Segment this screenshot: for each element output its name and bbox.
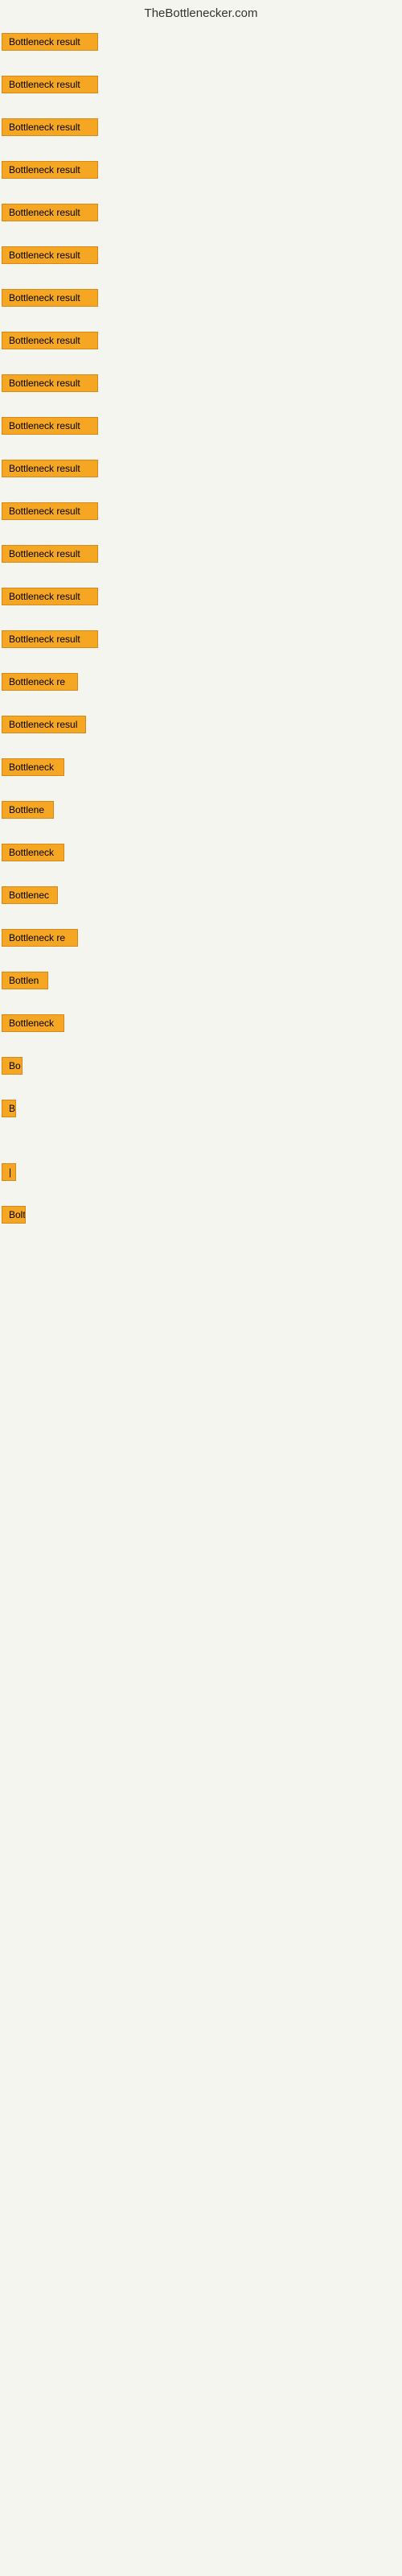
bottleneck-result-label[interactable]: Bottlene — [2, 801, 54, 819]
bottleneck-result-label[interactable]: Bottleneck result — [2, 417, 98, 435]
list-item: Bottleneck result — [2, 627, 402, 655]
list-item: Bottleneck — [2, 755, 402, 783]
list-item: Bottlenec — [2, 883, 402, 911]
list-item: B — [2, 1096, 402, 1125]
bottleneck-result-label[interactable]: Bottleneck result — [2, 118, 98, 136]
bottleneck-result-label[interactable]: Bottleneck — [2, 758, 64, 776]
list-item: Bottleneck result — [2, 72, 402, 101]
list-item: Bottleneck result — [2, 499, 402, 527]
bottleneck-result-label[interactable]: Bottleneck resul — [2, 716, 86, 733]
list-item: Bottleneck — [2, 1011, 402, 1039]
bottleneck-result-label[interactable]: Bottleneck result — [2, 204, 98, 221]
list-item: Bottlene — [2, 798, 402, 826]
list-item: Bottleneck result — [2, 200, 402, 229]
list-item — [2, 1287, 402, 1294]
list-item: Bottleneck result — [2, 286, 402, 314]
list-item: | — [2, 1160, 402, 1188]
list-item: Bottleneck result — [2, 542, 402, 570]
list-item: Bottlen — [2, 968, 402, 997]
list-item: Bolt — [2, 1203, 402, 1231]
list-item: Bottleneck result — [2, 371, 402, 399]
bottleneck-result-label[interactable]: B — [2, 1100, 16, 1117]
bottleneck-result-label[interactable]: Bottleneck result — [2, 374, 98, 392]
list-item: Bottleneck re — [2, 670, 402, 698]
bottleneck-result-label[interactable]: Bottleneck result — [2, 630, 98, 648]
bottleneck-result-label[interactable]: Bottleneck result — [2, 545, 98, 563]
bottleneck-result-label[interactable]: Bottleneck result — [2, 289, 98, 307]
bottleneck-result-label[interactable]: Bo — [2, 1057, 23, 1075]
list-item: Bottleneck result — [2, 584, 402, 613]
list-item — [2, 1139, 402, 1146]
bottleneck-result-label[interactable]: Bottleneck re — [2, 673, 78, 691]
list-item: Bottleneck result — [2, 328, 402, 357]
list-item — [2, 1308, 402, 1315]
list-item: Bottleneck result — [2, 456, 402, 485]
bottleneck-result-label[interactable]: | — [2, 1163, 16, 1181]
bottleneck-result-label[interactable]: Bottleneck result — [2, 588, 98, 605]
bottleneck-result-label[interactable]: Bottleneck result — [2, 76, 98, 93]
list-item — [2, 1329, 402, 1335]
list-item: Bottleneck result — [2, 243, 402, 271]
list-item: Bottleneck resul — [2, 712, 402, 741]
list-item: Bo — [2, 1054, 402, 1082]
bottleneck-result-label[interactable]: Bottlen — [2, 972, 48, 989]
list-item: Bottleneck re — [2, 926, 402, 954]
list-item: Bottleneck result — [2, 158, 402, 186]
bottleneck-result-label[interactable]: Bottlenec — [2, 886, 58, 904]
bottleneck-result-label[interactable]: Bottleneck result — [2, 502, 98, 520]
list-item: Bottleneck result — [2, 115, 402, 143]
site-title: TheBottlenecker.com — [0, 0, 402, 30]
list-item: Bottleneck result — [2, 414, 402, 442]
bottleneck-result-label[interactable]: Bottleneck — [2, 1014, 64, 1032]
bottleneck-result-label[interactable]: Bottleneck result — [2, 332, 98, 349]
bottleneck-result-label[interactable]: Bottleneck result — [2, 460, 98, 477]
bottleneck-result-label[interactable]: Bottleneck result — [2, 33, 98, 51]
bottleneck-result-label[interactable]: Bottleneck result — [2, 246, 98, 264]
bottleneck-result-label[interactable]: Bolt — [2, 1206, 26, 1224]
list-item: Bottleneck — [2, 840, 402, 869]
list-item — [2, 1266, 402, 1273]
items-container: Bottleneck result Bottleneck result Bottle… — [0, 30, 402, 1335]
list-item — [2, 1245, 402, 1252]
bottleneck-result-label[interactable]: Bottleneck result — [2, 161, 98, 179]
list-item: Bottleneck result — [2, 30, 402, 58]
bottleneck-result-label[interactable]: Bottleneck re — [2, 929, 78, 947]
bottleneck-result-label[interactable]: Bottleneck — [2, 844, 64, 861]
